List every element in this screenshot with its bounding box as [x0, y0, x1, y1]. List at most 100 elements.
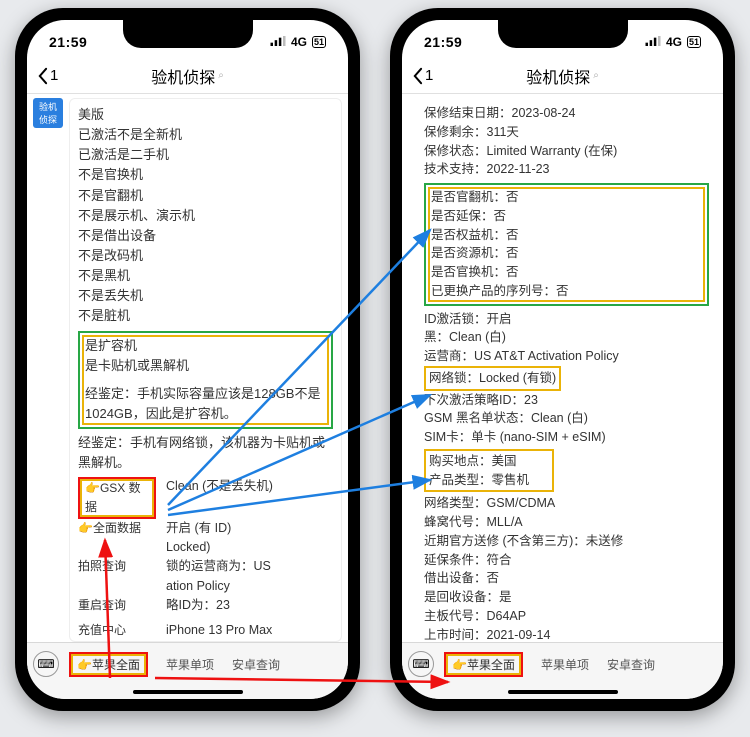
row-label[interactable]: 拍照查询 [78, 557, 156, 576]
highlight-purchase: 购买地点：美国 产品类型：零售机 [424, 449, 554, 493]
chat-content: 保修结束日期：2023-08-24 保修剩余：311天 保修状态：Limited… [402, 94, 723, 642]
tab-apple-full[interactable]: 👉苹果全面 [69, 652, 148, 677]
status-right: 4G 51 [645, 35, 701, 49]
info-line: 主板代号：D64AP [424, 607, 709, 626]
chevron-left-icon [412, 67, 423, 85]
info-line: 不是脏机 [78, 306, 333, 326]
back-count: 1 [425, 67, 433, 84]
box-line: 购买地点：美国 [429, 452, 549, 471]
data-cell: iPhone 13 Pro Max [166, 621, 272, 640]
highlight-netlock: 网络锁：Locked (有锁) [424, 366, 561, 391]
data-cell: Locked) [166, 538, 210, 557]
page-title: 验机侦探 [151, 64, 215, 88]
info-line: 是回收设备：是 [424, 588, 709, 607]
keyboard-icon[interactable]: ⌨ [33, 651, 59, 677]
info-line: GSM 黑名单状态：Clean (白) [424, 409, 709, 428]
box-line: 是扩容机 [85, 336, 326, 356]
notch [498, 20, 628, 48]
box-line: 是否延保：否 [431, 207, 702, 226]
info-line: 不是黑机 [78, 266, 333, 286]
tabs: 👉苹果全面 苹果单项 安卓查询 [444, 652, 655, 677]
data-cell: Clean (不是丢失机) [166, 477, 273, 518]
info-line: 不是丢失机 [78, 286, 333, 306]
info-line: 延保条件：符合 [424, 551, 709, 570]
tab-apple-single[interactable]: 苹果单项 [541, 656, 589, 673]
box-line: 是否官翻机：否 [431, 188, 702, 207]
box-line: 已更换产品的序列号：否 [431, 282, 702, 301]
box-line: 是否官换机：否 [431, 263, 702, 282]
info-line: 已激活不是全新机 [78, 125, 333, 145]
info-line: 不是官翻机 [78, 186, 333, 206]
tab-android[interactable]: 安卓查询 [232, 656, 280, 673]
info-line: 网络类型：GSM/CDMA [424, 494, 709, 513]
battery-icon: 51 [687, 36, 701, 48]
info-line: 蜂窝代号：MLL/A [424, 513, 709, 532]
screen-right: 21:59 4G 51 1 验机侦探 ⌕ 保修结束日期：2023-08-24 保… [402, 20, 723, 699]
data-cell: 开启 (有 ID) [166, 519, 231, 538]
back-count: 1 [50, 67, 58, 84]
info-line: 经鉴定：手机有网络锁，该机器为卡贴机或黑解机。 [78, 433, 333, 473]
battery-icon: 51 [312, 36, 326, 48]
row-label[interactable]: 👉全面数据 [78, 519, 156, 538]
tab-apple-single[interactable]: 苹果单项 [166, 656, 214, 673]
box-line: 是卡贴机或黑解机 [85, 356, 326, 376]
info-line: 不是官换机 [78, 165, 333, 185]
box-line: 是否资源机：否 [431, 244, 702, 263]
info-line: 不是借出设备 [78, 226, 333, 246]
signal-icon [645, 35, 661, 49]
data-cell: 锁的运营商为：US [166, 557, 271, 576]
screen-left: 21:59 4G 51 1 验机侦探 ⌕ 验机 侦探 美版 已激活不是全新机 已… [27, 20, 348, 699]
phone-left: 21:59 4G 51 1 验机侦探 ⌕ 验机 侦探 美版 已激活不是全新机 已… [15, 8, 360, 711]
home-indicator[interactable] [508, 690, 618, 694]
info-line: 技术支持：2022-11-23 [424, 160, 709, 179]
info-line: 下次激活策略ID：23 [424, 391, 709, 410]
info-line: 近期官方送修 (不含第三方)：未送修 [424, 532, 709, 551]
tab-android[interactable]: 安卓查询 [607, 656, 655, 673]
info-line: 黑：Clean (白) [424, 328, 709, 347]
info-line: 不是展示机、演示机 [78, 206, 333, 226]
page-title: 验机侦探 [526, 64, 590, 88]
message-bubble: 美版 已激活不是全新机 已激活是二手机 不是官换机 不是官翻机 不是展示机、演示… [69, 98, 342, 642]
info-line: 借出设备：否 [424, 569, 709, 588]
tab-apple-full[interactable]: 👉苹果全面 [444, 652, 523, 677]
tabs: 👉苹果全面 苹果单项 安卓查询 [69, 652, 280, 677]
home-indicator[interactable] [133, 690, 243, 694]
info-line: 不是改码机 [78, 246, 333, 266]
title-sub: ⌕ [593, 70, 599, 81]
net-label: 4G [291, 35, 307, 49]
box-line: 产品类型：零售机 [429, 471, 549, 490]
info-line: 运营商：US AT&T Activation Policy [424, 347, 709, 366]
phone-right: 21:59 4G 51 1 验机侦探 ⌕ 保修结束日期：2023-08-24 保… [390, 8, 735, 711]
nav-bar: 1 验机侦探 ⌕ [27, 58, 348, 94]
status-time: 21:59 [49, 34, 87, 50]
keyboard-icon[interactable]: ⌨ [408, 651, 434, 677]
status-time: 21:59 [424, 34, 462, 50]
info-line: SIM卡：单卡 (nano-SIM + eSIM) [424, 428, 709, 447]
row-label[interactable]: 重启查询 [78, 596, 156, 615]
box-line: 经鉴定：手机实际容量应该是128GB不是1024GB，因此是扩容机。 [85, 384, 326, 424]
row-label[interactable]: 充值中心 [78, 621, 156, 640]
data-cell: ation Policy [166, 577, 230, 596]
gsx-button[interactable]: 👉GSX 数据 [78, 477, 156, 518]
info-line: 保修剩余：311天 [424, 123, 709, 142]
chat-content: 验机 侦探 美版 已激活不是全新机 已激活是二手机 不是官换机 不是官翻机 不是… [27, 94, 348, 642]
info-line: 上市时间：2021-09-14 [424, 626, 709, 643]
back-button[interactable]: 1 [412, 67, 433, 85]
data-cell: 略ID为：23 [166, 596, 230, 615]
highlight-box-green: 是否官翻机：否 是否延保：否 是否权益机：否 是否资源机：否 是否官换机：否 已… [424, 183, 709, 306]
info-line: 已激活是二手机 [78, 145, 333, 165]
signal-icon [270, 35, 286, 49]
notch [123, 20, 253, 48]
net-label: 4G [666, 35, 682, 49]
box-line [85, 376, 326, 384]
nav-bar: 1 验机侦探 ⌕ [402, 58, 723, 94]
chevron-left-icon [37, 67, 48, 85]
info-line: 保修结束日期：2023-08-24 [424, 104, 709, 123]
status-right: 4G 51 [270, 35, 326, 49]
info-line: 美版 [78, 105, 333, 125]
message-bubble: 保修结束日期：2023-08-24 保修剩余：311天 保修状态：Limited… [416, 98, 717, 642]
avatar[interactable]: 验机 侦探 [33, 98, 63, 128]
info-line: 保修状态：Limited Warranty (在保) [424, 142, 709, 161]
back-button[interactable]: 1 [37, 67, 58, 85]
highlight-box-green: 是扩容机 是卡贴机或黑解机 经鉴定：手机实际容量应该是128GB不是1024GB… [78, 331, 333, 430]
